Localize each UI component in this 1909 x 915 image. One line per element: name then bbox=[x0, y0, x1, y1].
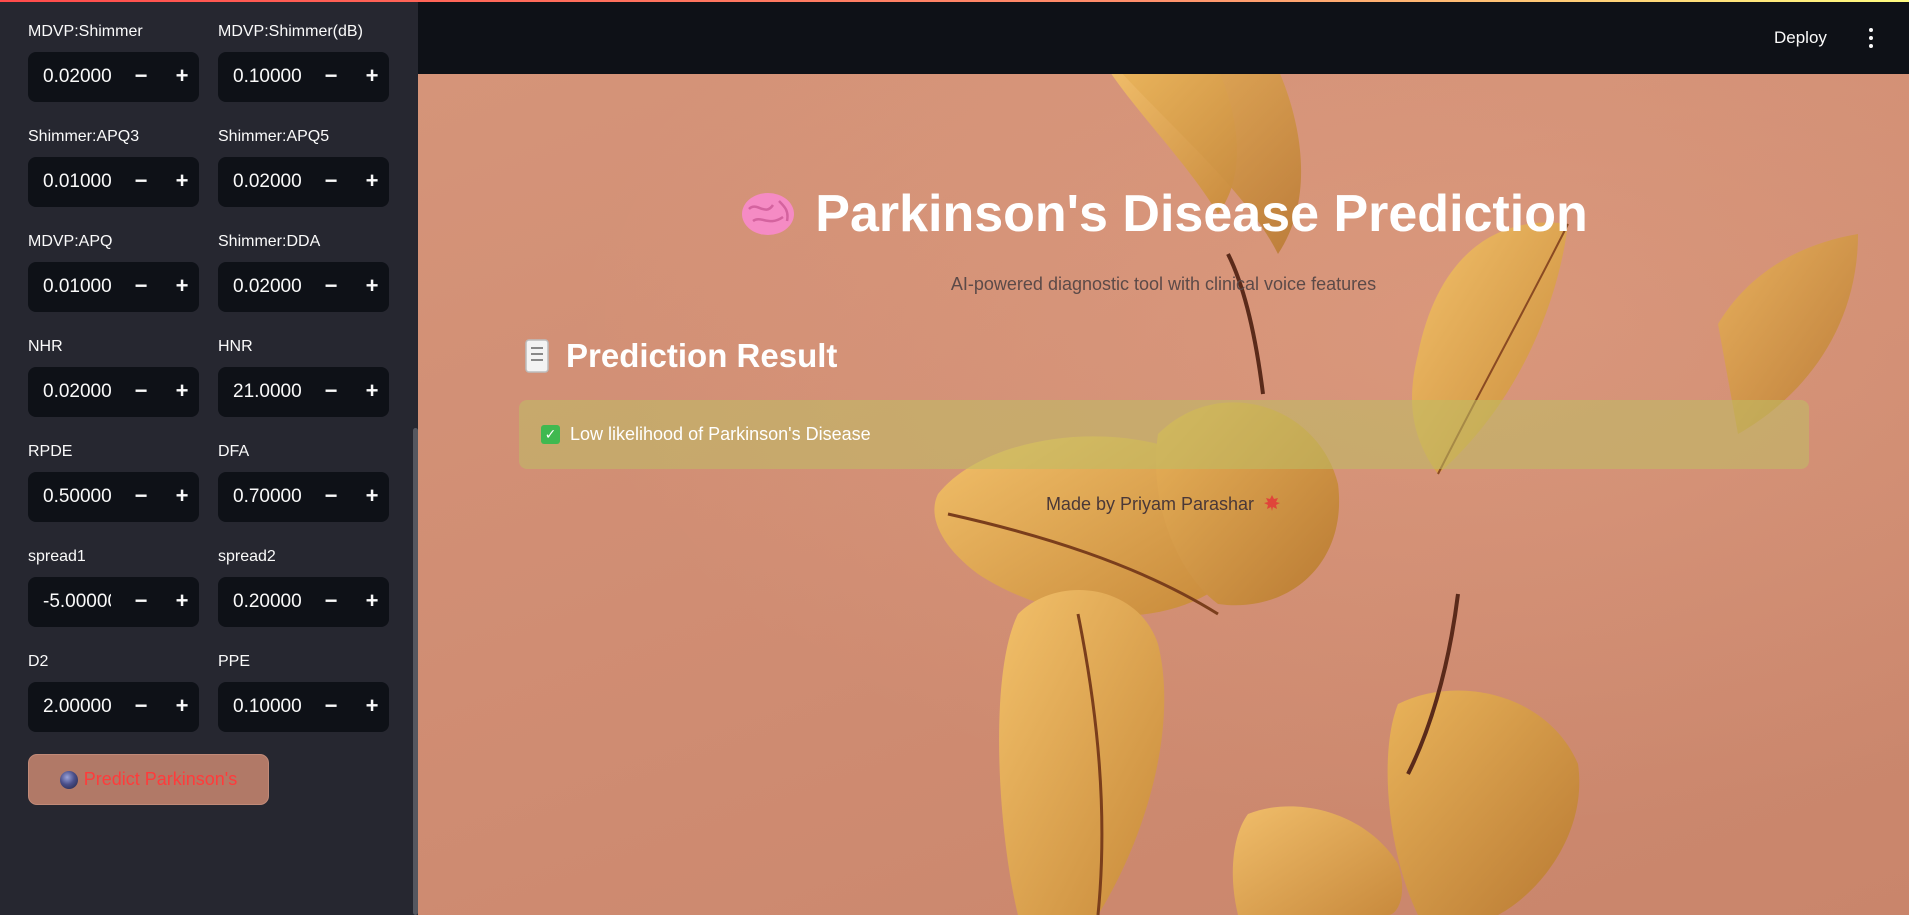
decrement-button[interactable]: − bbox=[121, 367, 161, 417]
number-input-value[interactable]: 0.01000 bbox=[43, 262, 111, 312]
number-input-value[interactable]: 0.20000 bbox=[233, 577, 301, 627]
number-input[interactable]: 0.10000 − + bbox=[218, 682, 389, 732]
decrement-button[interactable]: − bbox=[311, 367, 351, 417]
decrement-button[interactable]: − bbox=[311, 472, 351, 522]
app-header: Deploy bbox=[418, 2, 1909, 74]
field-label: D2 bbox=[28, 653, 49, 670]
check-icon: ✓ bbox=[541, 425, 560, 444]
field-label: PPE bbox=[218, 653, 251, 670]
number-input[interactable]: 0.50000 − + bbox=[28, 472, 199, 522]
field-label: spread1 bbox=[28, 548, 86, 565]
increment-button[interactable]: + bbox=[162, 367, 199, 417]
number-input-value[interactable]: 0.50000 bbox=[43, 472, 111, 522]
field-label: RPDE bbox=[28, 443, 73, 460]
field-label: DFA bbox=[218, 443, 250, 460]
increment-button[interactable]: + bbox=[352, 52, 389, 102]
footer-text: Made by Priyam Parashar bbox=[1045, 494, 1255, 514]
increment-button[interactable]: + bbox=[162, 157, 199, 207]
number-input[interactable]: 0.20000 − + bbox=[218, 577, 389, 627]
increment-button[interactable]: + bbox=[352, 682, 389, 732]
field-label: MDVP:Shimmer bbox=[28, 23, 143, 40]
increment-button[interactable]: + bbox=[162, 262, 199, 312]
more-menu-icon[interactable] bbox=[1856, 22, 1886, 54]
increment-button[interactable]: + bbox=[352, 262, 389, 312]
field-label: Shimmer:APQ5 bbox=[218, 128, 330, 145]
predict-button-label: Predict Parkinson's bbox=[83, 769, 238, 789]
decrement-button[interactable]: − bbox=[121, 262, 161, 312]
number-input-value[interactable]: 0.10000 bbox=[233, 682, 301, 732]
number-input[interactable]: -5.00000 − + bbox=[28, 577, 199, 627]
increment-button[interactable]: + bbox=[352, 157, 389, 207]
decrement-button[interactable]: − bbox=[121, 157, 161, 207]
number-input-value[interactable]: 0.01000 bbox=[43, 157, 111, 207]
page-title: Parkinson's Disease Prediction bbox=[418, 184, 1909, 244]
number-input[interactable]: 0.01000 − + bbox=[28, 157, 199, 207]
field-label: NHR bbox=[28, 338, 63, 355]
decrement-button[interactable]: − bbox=[311, 682, 351, 732]
number-input-value[interactable]: 0.02000 bbox=[233, 157, 301, 207]
maple-leaf-icon bbox=[1264, 495, 1281, 511]
predict-button[interactable]: Predict Parkinson's bbox=[28, 754, 269, 805]
sidebar: MDVP:Shimmer 0.02000 − + MDVP:Shimmer(dB… bbox=[0, 0, 418, 915]
number-input[interactable]: 0.02000 − + bbox=[28, 367, 199, 417]
field-label: MDVP:APQ bbox=[28, 233, 113, 250]
number-input-value[interactable]: -5.00000 bbox=[43, 577, 111, 627]
increment-button[interactable]: + bbox=[352, 472, 389, 522]
increment-button[interactable]: + bbox=[352, 367, 389, 417]
decrement-button[interactable]: − bbox=[121, 682, 161, 732]
result-heading: Prediction Result bbox=[522, 336, 837, 376]
increment-button[interactable]: + bbox=[162, 577, 199, 627]
field-label: MDVP:Shimmer(dB) bbox=[218, 23, 363, 40]
decrement-button[interactable]: − bbox=[121, 52, 161, 102]
number-input-value[interactable]: 0.02000 bbox=[43, 52, 111, 102]
number-input-value[interactable]: 21.0000 bbox=[233, 367, 301, 417]
decrement-button[interactable]: − bbox=[311, 157, 351, 207]
decrement-button[interactable]: − bbox=[311, 52, 351, 102]
number-input[interactable]: 0.02000 − + bbox=[28, 52, 199, 102]
field-label: Shimmer:DDA bbox=[218, 233, 321, 250]
number-input-value[interactable]: 0.70000 bbox=[233, 472, 301, 522]
footer: Made by Priyam Parashar bbox=[418, 494, 1909, 515]
number-input[interactable]: 0.02000 − + bbox=[218, 157, 389, 207]
result-heading-text: Prediction Result bbox=[566, 337, 838, 374]
increment-button[interactable]: + bbox=[162, 682, 199, 732]
top-decoration-bar bbox=[0, 0, 1909, 2]
main-content: Parkinson's Disease Prediction AI-powere… bbox=[418, 74, 1909, 915]
scroll-icon bbox=[525, 339, 549, 373]
page-subtitle: AI-powered diagnostic tool with clinical… bbox=[950, 274, 1377, 294]
decrement-button[interactable]: − bbox=[121, 472, 161, 522]
number-input[interactable]: 21.0000 − + bbox=[218, 367, 389, 417]
page-title-text: Parkinson's Disease Prediction bbox=[815, 185, 1588, 243]
number-input[interactable]: 0.10000 − + bbox=[218, 52, 389, 102]
increment-button[interactable]: + bbox=[162, 472, 199, 522]
success-message: Low likelihood of Parkinson's Disease bbox=[570, 424, 871, 444]
field-label: HNR bbox=[218, 338, 253, 355]
field-label: spread2 bbox=[218, 548, 276, 565]
decrement-button[interactable]: − bbox=[311, 262, 351, 312]
number-input-value[interactable]: 2.00000 bbox=[43, 682, 111, 732]
number-input-value[interactable]: 0.02000 bbox=[43, 367, 111, 417]
number-input[interactable]: 0.70000 − + bbox=[218, 472, 389, 522]
increment-button[interactable]: + bbox=[162, 52, 199, 102]
brain-icon bbox=[742, 193, 795, 235]
number-input[interactable]: 2.00000 − + bbox=[28, 682, 199, 732]
number-input-value[interactable]: 0.10000 bbox=[233, 52, 301, 102]
deploy-button[interactable]: Deploy bbox=[1766, 22, 1835, 54]
increment-button[interactable]: + bbox=[352, 577, 389, 627]
number-input[interactable]: 0.01000 − + bbox=[28, 262, 199, 312]
crystal-ball-icon bbox=[59, 770, 78, 789]
number-input[interactable]: 0.02000 − + bbox=[218, 262, 389, 312]
success-alert: ✓ Low likelihood of Parkinson's Disease bbox=[519, 400, 1809, 469]
decrement-button[interactable]: − bbox=[311, 577, 351, 627]
number-input-value[interactable]: 0.02000 bbox=[233, 262, 301, 312]
field-label: Shimmer:APQ3 bbox=[28, 128, 140, 145]
decrement-button[interactable]: − bbox=[121, 577, 161, 627]
